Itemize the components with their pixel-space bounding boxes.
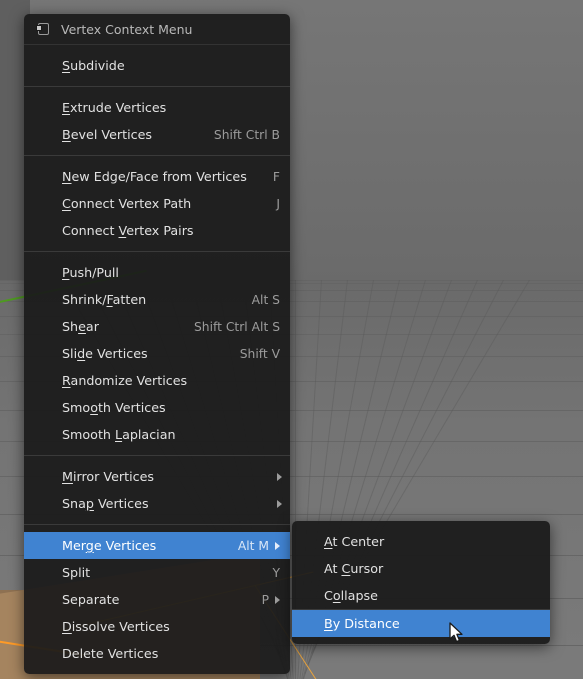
menu-item-label: Subdivide — [62, 58, 125, 73]
menu-item-label: Connect Vertex Path — [62, 196, 192, 211]
menu-item-label: Shear — [62, 319, 99, 334]
vertex-context-menu[interactable]: Vertex Context Menu Subdivide Extrude Ver… — [24, 14, 290, 674]
menu-item-bevel-vertices[interactable]: Bevel Vertices Shift Ctrl B — [24, 121, 290, 148]
menu-item-delete-vertices[interactable]: Delete Vertices — [24, 640, 290, 667]
menu-item-label: Mirror Vertices — [62, 469, 155, 484]
menu-group-padding — [24, 244, 290, 251]
submenu-bottom-padding — [292, 637, 550, 644]
menu-item-shortcut: F — [272, 169, 280, 184]
menu-group-padding — [24, 156, 290, 163]
menu-item-shortcut: Y — [272, 565, 280, 580]
menu-item-connect-vertex-pairs[interactable]: Connect Vertex Pairs — [24, 217, 290, 244]
submenu-arrow-icon — [275, 595, 280, 604]
menu-item-label: Extrude Vertices — [62, 100, 167, 115]
menu-item-shortcut: Shift Ctrl B — [213, 127, 280, 142]
menu-item-label: At Cursor — [324, 561, 384, 576]
menu-item-smooth-laplacian[interactable]: Smooth Laplacian — [24, 421, 290, 448]
menu-group-padding — [24, 525, 290, 532]
menu-item-shortcut: Alt M — [237, 538, 269, 553]
menu-item-shrink-fatten[interactable]: Shrink/Fatten Alt S — [24, 286, 290, 313]
merge-vertices-submenu[interactable]: At Center At Cursor Collapse By Distance — [292, 521, 550, 644]
menu-item-randomize-vertices[interactable]: Randomize Vertices — [24, 367, 290, 394]
menu-item-shortcut: Shift V — [239, 346, 280, 361]
menu-item-shortcut: Alt S — [251, 292, 280, 307]
menu-item-merge-vertices[interactable]: Merge Vertices Alt M — [24, 532, 290, 559]
menu-group-padding — [24, 79, 290, 86]
submenu-arrow-icon — [277, 499, 282, 508]
blender-screen: Vertex Context Menu Subdivide Extrude Ver… — [0, 0, 583, 679]
menu-item-at-center[interactable]: At Center — [292, 528, 550, 555]
mouse-pointer-icon — [449, 622, 463, 643]
menu-group-padding — [24, 456, 290, 463]
menu-item-separate[interactable]: Separate P — [24, 586, 290, 613]
menu-item-label: Snap Vertices — [62, 496, 149, 511]
menu-item-snap-vertices[interactable]: Snap Vertices — [24, 490, 290, 517]
menu-item-label: Collapse — [324, 588, 378, 603]
menu-item-subdivide[interactable]: Subdivide — [24, 52, 290, 79]
menu-item-dissolve-vertices[interactable]: Dissolve Vertices — [24, 613, 290, 640]
vertex-mesh-icon — [36, 22, 51, 37]
context-menu-items: Subdivide Extrude Vertices Bevel Vertices S… — [24, 45, 290, 674]
menu-group-padding — [24, 517, 290, 524]
menu-item-shortcut: J — [276, 196, 280, 211]
menu-item-label: Connect Vertex Pairs — [62, 223, 194, 238]
menu-item-at-cursor[interactable]: At Cursor — [292, 555, 550, 582]
menu-item-connect-vertex-path[interactable]: Connect Vertex Path J — [24, 190, 290, 217]
menu-item-label: Delete Vertices — [62, 646, 159, 661]
menu-group-padding — [24, 148, 290, 155]
menu-item-split[interactable]: Split Y — [24, 559, 290, 586]
menu-item-shortcut: P — [261, 592, 269, 607]
submenu-items: At Center At Cursor Collapse By Distance — [292, 528, 550, 637]
menu-item-push-pull[interactable]: Push/Pull — [24, 259, 290, 286]
menu-item-smooth-vertices[interactable]: Smooth Vertices — [24, 394, 290, 421]
menu-item-shear[interactable]: Shear Shift Ctrl Alt S — [24, 313, 290, 340]
submenu-arrow-icon — [275, 541, 280, 550]
menu-item-label: Bevel Vertices — [62, 127, 153, 142]
menu-item-mirror-vertices[interactable]: Mirror Vertices — [24, 463, 290, 490]
menu-group-padding — [24, 448, 290, 455]
menu-item-by-distance[interactable]: By Distance — [292, 610, 550, 637]
menu-item-label: Split — [62, 565, 91, 580]
menu-item-label: Shrink/Fatten — [62, 292, 147, 307]
menu-item-label: Randomize Vertices — [62, 373, 188, 388]
menu-item-label: Slide Vertices — [62, 346, 148, 361]
menu-item-label: Dissolve Vertices — [62, 619, 170, 634]
menu-group-padding — [24, 87, 290, 94]
menu-item-shortcut: Shift Ctrl Alt S — [193, 319, 280, 334]
submenu-arrow-icon — [277, 472, 282, 481]
menu-item-label: Smooth Vertices — [62, 400, 166, 415]
context-menu-title: Vertex Context Menu — [61, 21, 193, 37]
context-menu-header: Vertex Context Menu — [24, 14, 290, 45]
menu-item-label: Merge Vertices — [62, 538, 157, 553]
menu-item-label: Push/Pull — [62, 265, 119, 280]
menu-item-label: Smooth Laplacian — [62, 427, 176, 442]
menu-item-label: Separate — [62, 592, 120, 607]
menu-group-padding — [24, 45, 290, 52]
menu-item-new-edge-face-from-vertices[interactable]: New Edge/Face from Vertices F — [24, 163, 290, 190]
menu-item-extrude-vertices[interactable]: Extrude Vertices — [24, 94, 290, 121]
menu-item-label: By Distance — [324, 616, 400, 631]
menu-group-padding — [24, 252, 290, 259]
menu-item-label: At Center — [324, 534, 385, 549]
submenu-top-padding — [292, 521, 550, 528]
menu-item-slide-vertices[interactable]: Slide Vertices Shift V — [24, 340, 290, 367]
menu-group-padding — [24, 667, 290, 674]
menu-item-label: New Edge/Face from Vertices — [62, 169, 247, 184]
menu-item-collapse[interactable]: Collapse — [292, 582, 550, 609]
